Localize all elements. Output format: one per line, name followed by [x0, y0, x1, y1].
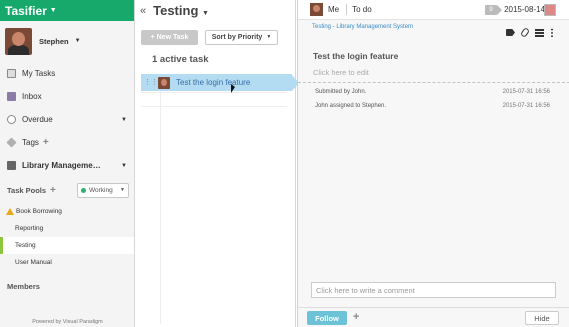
divider	[160, 74, 161, 324]
sidebar-item-project[interactable]: Library Manageme… ▼	[0, 154, 134, 177]
sidebar-nav: My Tasks Inbox Overdue ▼ Tags + Library …	[0, 60, 134, 177]
sidebar-item-label: Overdue	[22, 115, 53, 124]
avatar	[5, 27, 32, 55]
activity-time: 2015-07-31 16:56	[502, 89, 550, 95]
arrow-right-icon	[497, 4, 503, 15]
detail-bottom-bar: Follow + Hide	[298, 307, 569, 327]
chevron-down-icon[interactable]: ▼	[121, 117, 127, 123]
activity-text: John assigned to Stephen.	[315, 103, 387, 109]
task-title[interactable]: Test the login feature	[176, 78, 250, 87]
sidebar-item-label: Inbox	[22, 92, 42, 101]
pool-item-testing[interactable]: Testing	[0, 237, 134, 254]
pool-item-user-manual[interactable]: User Manual	[0, 254, 134, 271]
chevron-down-icon: ▼	[120, 187, 125, 193]
divider	[298, 82, 569, 83]
pool-item-book-borrowing[interactable]: Book Borrowing	[0, 203, 134, 220]
mouse-cursor-icon	[231, 84, 235, 93]
more-vertical-icon[interactable]	[551, 28, 553, 37]
page-title-text: Testing	[153, 3, 199, 18]
chevron-down-icon: ▼	[266, 34, 272, 40]
task-pools-label: Task Pools	[7, 185, 47, 195]
warning-icon	[6, 208, 14, 215]
clock-icon	[7, 115, 16, 124]
members-header[interactable]: Members	[0, 275, 134, 297]
drag-handle-icon[interactable]: ⋮⋮	[144, 79, 158, 86]
powered-by[interactable]: Powered by Visual Paradigm	[0, 319, 135, 327]
user-menu[interactable]: Stephen ▼	[0, 22, 134, 60]
task-list-header: « Testing ▼	[136, 0, 295, 21]
activity-time: 2015-07-31 16:56	[502, 103, 550, 109]
thumbnail-image[interactable]	[544, 4, 556, 16]
status-dot-icon	[81, 187, 86, 193]
add-tag-icon[interactable]: +	[43, 137, 49, 148]
chevron-down-icon: ▼	[74, 38, 81, 44]
due-date[interactable]: 2015-08-14	[504, 5, 545, 14]
task-detail-panel: Me To do 9 2015-08-14 Testing - Library …	[297, 0, 569, 327]
detail-tools	[506, 27, 553, 38]
breadcrumb[interactable]: Testing - Library Management System	[312, 24, 413, 30]
pool-item-label: Reporting	[15, 225, 44, 232]
task-toolbar: + New Task Sort by Priority ▼	[136, 26, 295, 48]
avatar	[310, 3, 323, 16]
days-badge: 9	[485, 4, 498, 15]
sidebar-item-overdue[interactable]: Overdue ▼	[0, 108, 134, 131]
sidebar-item-inbox[interactable]: Inbox	[0, 85, 134, 108]
task-row[interactable]: ⋮⋮ Test the login feature	[141, 74, 299, 91]
page-title[interactable]: Testing ▼	[153, 3, 209, 18]
checklist-icon[interactable]	[535, 28, 544, 37]
sidebar: Tasifier ▼ Stephen ▼ My Tasks Inbox Over…	[0, 0, 135, 327]
sidebar-item-label: Library Manageme…	[22, 161, 101, 170]
new-task-button[interactable]: + New Task	[141, 29, 198, 45]
project-icon	[7, 161, 16, 170]
tag-icon	[6, 137, 17, 148]
chevron-down-icon: ▼	[202, 10, 209, 17]
app-title: Tasifier	[5, 3, 47, 18]
add-follower-icon[interactable]: +	[353, 311, 359, 323]
chevron-down-icon: ▼	[49, 7, 57, 14]
status-value[interactable]: To do	[352, 5, 372, 14]
tasks-icon	[7, 69, 16, 78]
hide-button[interactable]: Hide	[525, 311, 559, 325]
pool-item-label: Testing	[15, 242, 36, 249]
tag-icon[interactable]	[506, 29, 515, 36]
avatar	[158, 76, 170, 89]
chevron-down-icon[interactable]: ▼	[121, 163, 127, 169]
active-task-count: 1 active task	[152, 54, 209, 65]
description-field[interactable]: Click here to edit	[313, 68, 369, 77]
paperclip-icon[interactable]	[519, 27, 531, 38]
sort-label: Sort by Priority	[211, 33, 263, 41]
add-pool-icon[interactable]: +	[50, 185, 56, 196]
empty-row	[141, 92, 287, 107]
task-pools-header: Task Pools + Working ▼	[0, 177, 134, 203]
activity-text: Submitted by John.	[315, 89, 367, 95]
pool-item-label: Book Borrowing	[16, 208, 62, 215]
sidebar-item-tags[interactable]: Tags +	[0, 131, 134, 154]
comment-input[interactable]: Click here to write a comment	[311, 282, 556, 298]
follow-button[interactable]: Follow	[307, 311, 347, 325]
pool-filter-value: Working	[89, 186, 113, 194]
collapse-sidebar-icon[interactable]: «	[140, 5, 146, 17]
sort-button[interactable]: Sort by Priority ▼	[205, 29, 278, 45]
pool-filter-select[interactable]: Working ▼	[77, 182, 129, 198]
divider	[346, 4, 348, 15]
user-name: Stephen	[39, 36, 69, 46]
sidebar-item-my-tasks[interactable]: My Tasks	[0, 62, 134, 85]
inbox-icon	[7, 92, 16, 101]
sidebar-item-label: My Tasks	[22, 69, 56, 78]
pool-item-reporting[interactable]: Reporting	[0, 220, 134, 237]
assignee[interactable]: Me	[328, 5, 339, 14]
detail-top-bar: Me To do 9 2015-08-14	[298, 0, 569, 20]
pool-item-label: User Manual	[15, 259, 52, 266]
app-brand-menu[interactable]: Tasifier ▼	[0, 0, 134, 21]
task-detail-title[interactable]: Test the login feature	[313, 51, 398, 61]
sidebar-item-label: Tags	[22, 138, 39, 147]
